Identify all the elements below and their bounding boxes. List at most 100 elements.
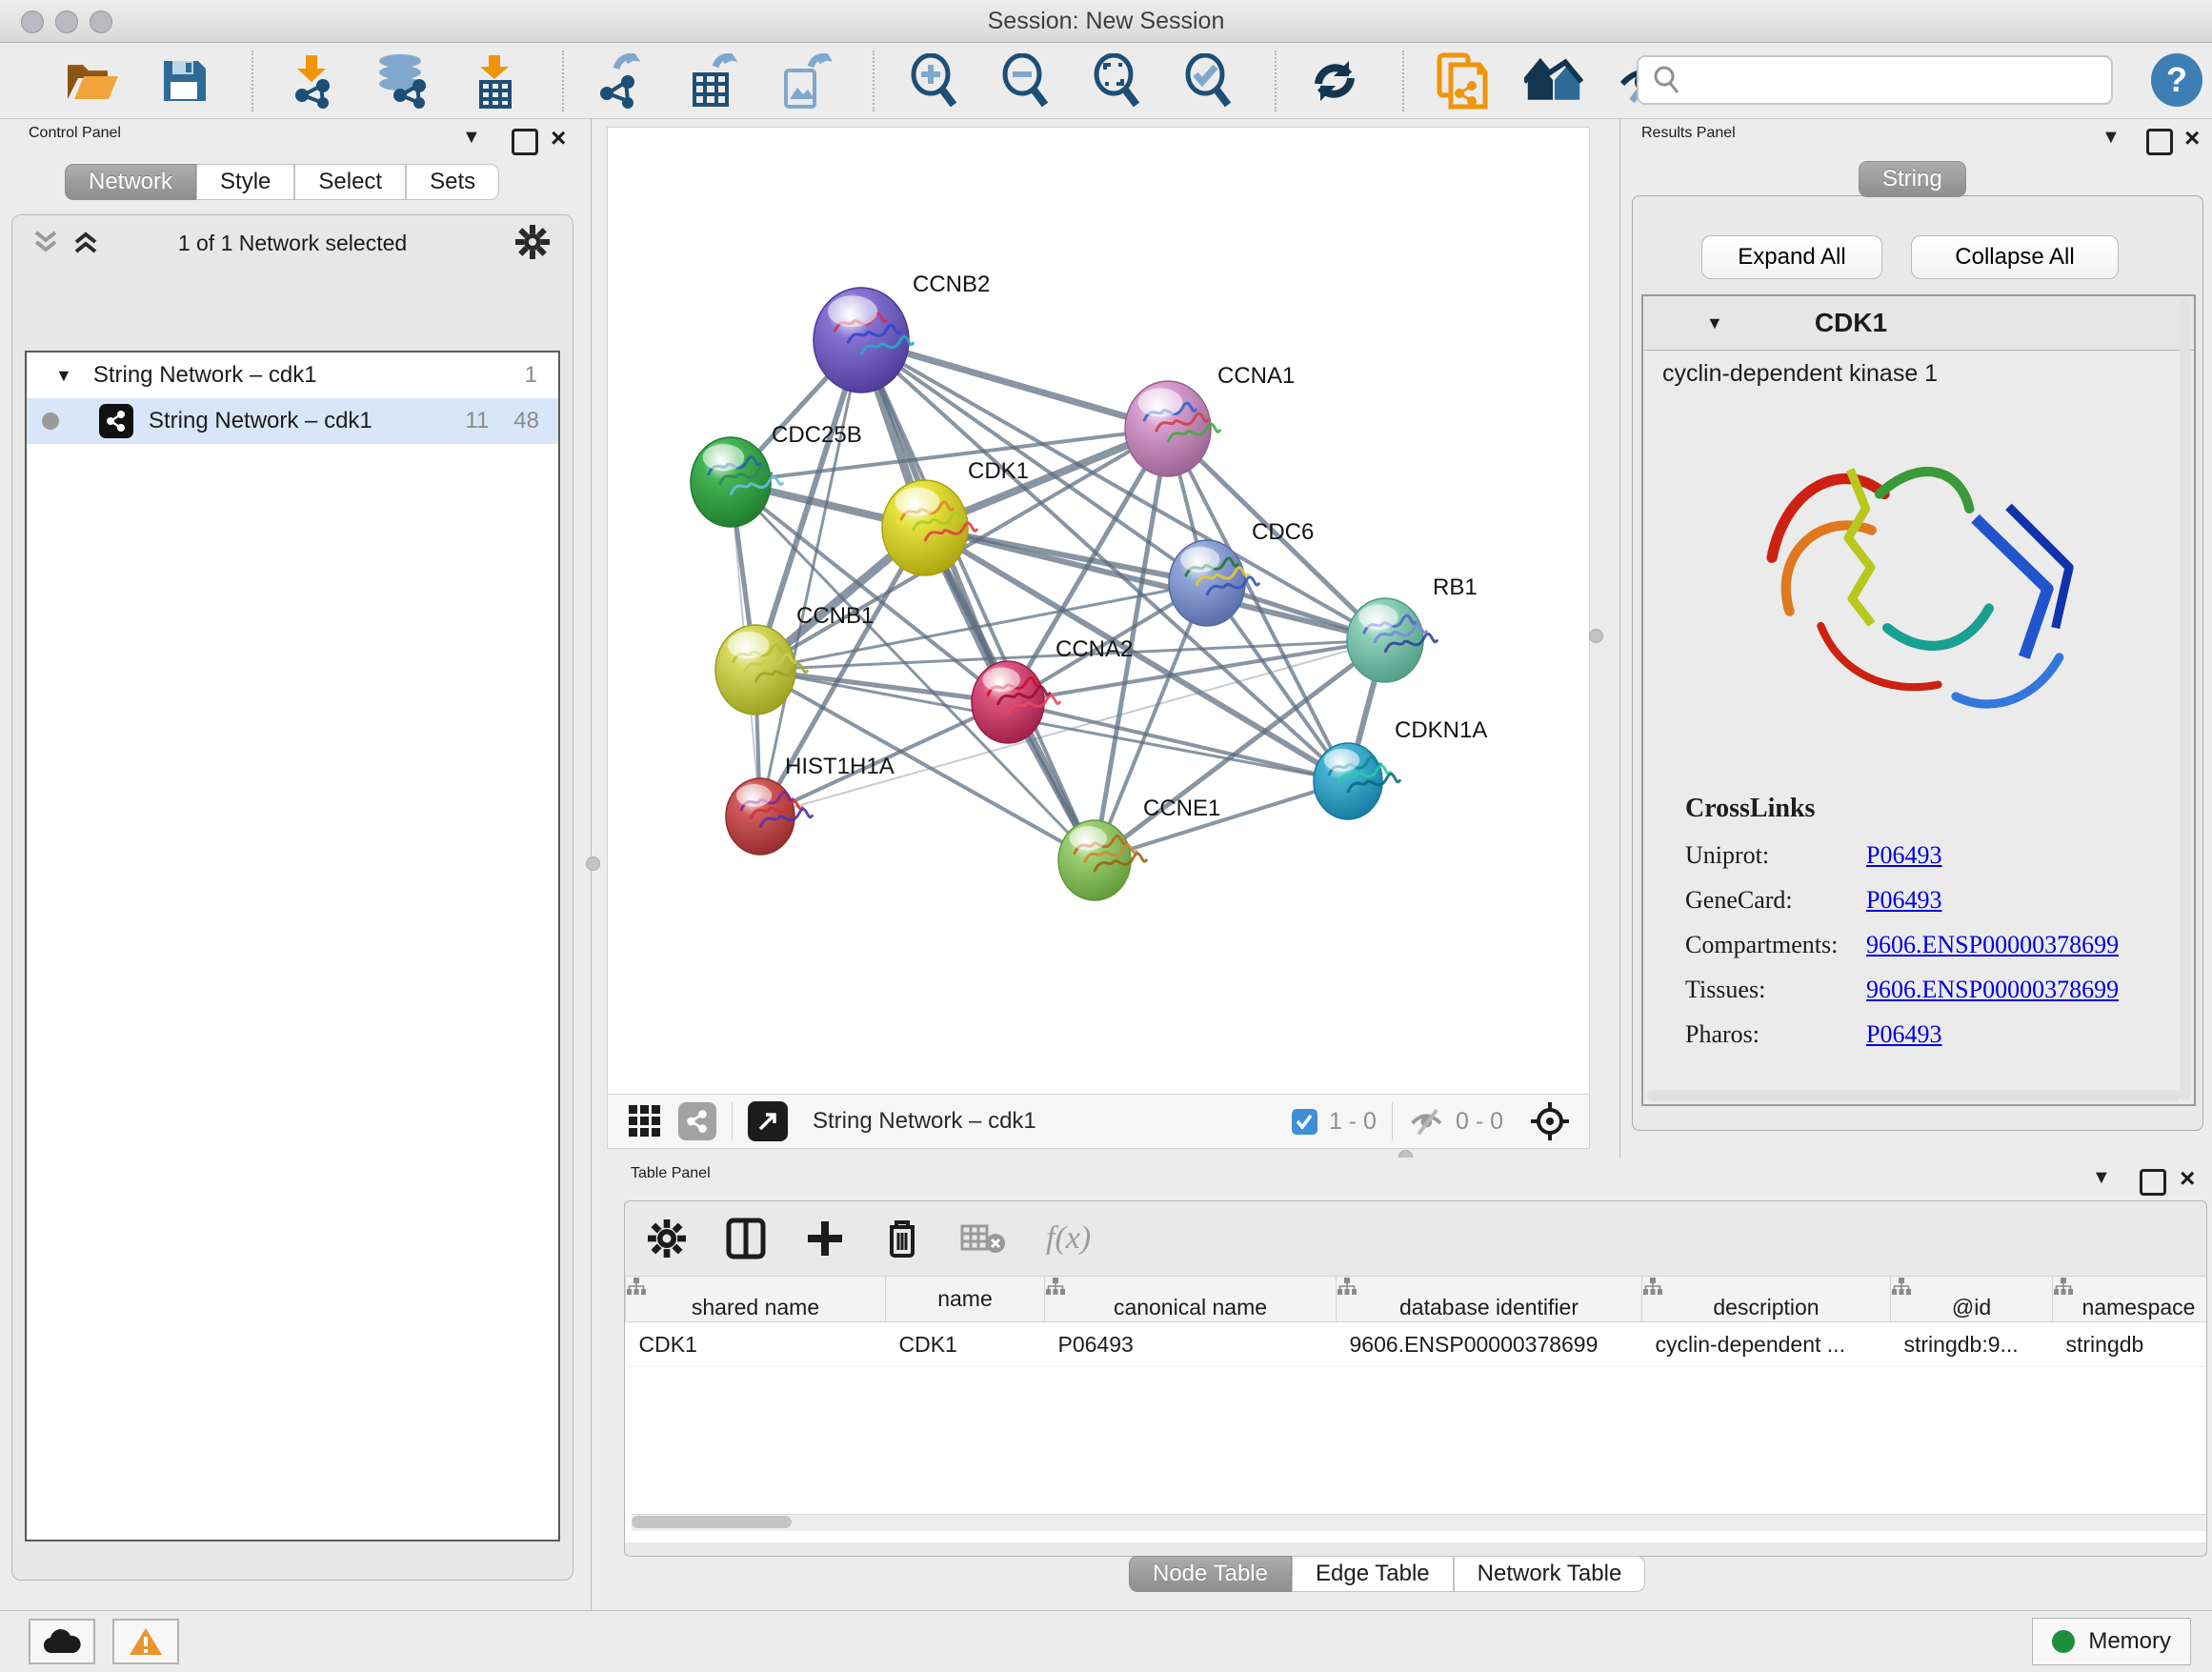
function-builder-button[interactable]: f(x) bbox=[1046, 1220, 1091, 1257]
apply-layout-button[interactable] bbox=[1305, 51, 1364, 111]
close-panel-icon[interactable]: × bbox=[2180, 1163, 2195, 1194]
gene-header[interactable]: ▼ CDK1 bbox=[1643, 296, 2194, 351]
zoom-out-button[interactable] bbox=[995, 51, 1054, 111]
crosslink-link[interactable]: P06493 bbox=[1866, 1020, 1941, 1049]
table-horizontal-scrollbar-track[interactable] bbox=[632, 1514, 2207, 1531]
expand-all-button[interactable]: Expand All bbox=[1701, 235, 1882, 279]
first-neighbors-button[interactable] bbox=[1524, 51, 1583, 111]
float-panel-icon[interactable]: ▼ bbox=[462, 127, 481, 149]
network-graph[interactable]: CCNB2CCNA1CDC25BCDK1CDC6RB1CCNB1CCNA2CDK… bbox=[608, 128, 1589, 1095]
export-image-button[interactable] bbox=[775, 51, 835, 111]
delete-column-button[interactable] bbox=[884, 1218, 920, 1259]
memory-button[interactable]: Memory bbox=[2032, 1618, 2191, 1665]
left-splitter-handle[interactable] bbox=[586, 856, 600, 871]
selected-checkbox-icon[interactable] bbox=[1292, 1109, 1317, 1135]
table-cell[interactable]: stringdb bbox=[2053, 1322, 2208, 1367]
grid-view-button[interactable] bbox=[629, 1105, 661, 1138]
table-horizontal-scrollbar-thumb[interactable] bbox=[632, 1516, 792, 1528]
refresh-icon bbox=[1309, 55, 1360, 107]
cloud-status-button[interactable] bbox=[29, 1619, 95, 1664]
save-session-button[interactable] bbox=[154, 51, 213, 111]
maximize-panel-icon[interactable] bbox=[2140, 1169, 2166, 1200]
column-header-description[interactable]: description bbox=[1642, 1277, 1891, 1322]
maximize-panel-icon[interactable] bbox=[512, 129, 538, 160]
tab-string[interactable]: String bbox=[1859, 161, 1966, 197]
close-panel-icon[interactable]: × bbox=[2184, 123, 2200, 153]
crosslink-link[interactable]: 9606.ENSP00000378699 bbox=[1866, 976, 2119, 1004]
network-options-gear-icon[interactable] bbox=[515, 225, 550, 259]
node-label-CDKN1A: CDKN1A bbox=[1395, 717, 1487, 743]
export-table-button[interactable] bbox=[684, 51, 743, 111]
export-network-button[interactable] bbox=[593, 51, 652, 111]
cloud-icon bbox=[43, 1628, 81, 1655]
node-CDKN1A[interactable]: CDKN1A bbox=[1314, 717, 1487, 819]
warnings-button[interactable] bbox=[112, 1619, 179, 1664]
birdseye-toggle-button[interactable] bbox=[1530, 1101, 1570, 1141]
table-cell[interactable]: CDK1 bbox=[886, 1322, 1045, 1367]
tab-select[interactable]: Select bbox=[294, 164, 406, 200]
table-cell[interactable]: stringdb:9... bbox=[1891, 1322, 2053, 1367]
edge-CCNB2-CCNE1[interactable] bbox=[861, 340, 1095, 860]
import-network-database-button[interactable] bbox=[373, 51, 432, 111]
node-CCNB2[interactable]: CCNB2 bbox=[814, 272, 990, 393]
maximize-panel-icon[interactable] bbox=[2146, 129, 2173, 160]
table-cell[interactable]: 9606.ENSP00000378699 bbox=[1337, 1322, 1642, 1367]
close-panel-icon[interactable]: × bbox=[551, 123, 566, 153]
zoom-in-button[interactable] bbox=[903, 51, 962, 111]
column-header-canonical-name[interactable]: canonical name bbox=[1045, 1277, 1337, 1322]
import-table-icon bbox=[470, 53, 519, 109]
open-session-button[interactable] bbox=[63, 51, 122, 111]
show-columns-button[interactable] bbox=[726, 1218, 766, 1259]
tab-network-table[interactable]: Network Table bbox=[1454, 1556, 1646, 1592]
crosslink-link[interactable]: 9606.ENSP00000378699 bbox=[1866, 931, 2119, 959]
import-network-file-button[interactable] bbox=[282, 51, 341, 111]
create-column-button[interactable] bbox=[806, 1219, 844, 1258]
tab-style[interactable]: Style bbox=[196, 164, 294, 200]
float-panel-icon[interactable]: ▼ bbox=[2101, 127, 2121, 149]
node-CDC25B[interactable]: CDC25B bbox=[691, 422, 862, 527]
gene-detail-card: ▼ CDK1 cyclin-dependent kinase 1 CrossLi… bbox=[1641, 294, 2196, 1106]
zoom-fit-button[interactable] bbox=[1086, 51, 1145, 111]
node-HIST1H1A[interactable]: HIST1H1A bbox=[726, 754, 895, 855]
collapse-all-button[interactable]: Collapse All bbox=[1911, 235, 2119, 279]
float-panel-icon[interactable]: ▼ bbox=[2092, 1167, 2111, 1189]
delete-table-button[interactable] bbox=[960, 1222, 1006, 1255]
zoom-selected-button[interactable] bbox=[1177, 51, 1237, 111]
column-header-name[interactable]: name bbox=[886, 1277, 1045, 1322]
zoom-fit-icon bbox=[1091, 53, 1140, 109]
results-horizontal-scrollbar[interactable] bbox=[1647, 1090, 2181, 1101]
selection-indicator: 1 - 0 bbox=[1292, 1108, 1377, 1136]
column-header-database-identifier[interactable]: database identifier bbox=[1337, 1277, 1642, 1322]
tab-sets[interactable]: Sets bbox=[406, 164, 499, 200]
network-collection-row[interactable]: ▼ String Network – cdk1 1 bbox=[27, 353, 558, 398]
clone-network-button[interactable] bbox=[1433, 51, 1492, 111]
column-header-shared-name[interactable]: shared name bbox=[626, 1277, 886, 1322]
collection-expand-arrow-icon[interactable]: ▼ bbox=[55, 366, 72, 386]
edge-CCNB2-HIST1H1A[interactable] bbox=[760, 340, 861, 816]
column-header--id[interactable]: @id bbox=[1891, 1277, 2053, 1322]
network-canvas[interactable]: CCNB2CCNA1CDC25BCDK1CDC6RB1CCNB1CCNA2CDK… bbox=[607, 127, 1590, 1096]
edge-CCNA2-CDKN1A[interactable] bbox=[1008, 702, 1348, 781]
tab-node-table[interactable]: Node Table bbox=[1129, 1556, 1292, 1592]
node-RB1[interactable]: RB1 bbox=[1347, 574, 1478, 682]
import-table-button[interactable] bbox=[465, 51, 524, 111]
node-CCNA1[interactable]: CCNA1 bbox=[1125, 363, 1295, 476]
right-splitter-handle[interactable] bbox=[1589, 629, 1603, 643]
table-row[interactable]: CDK1CDK1P064939606.ENSP00000378699cyclin… bbox=[626, 1322, 2208, 1367]
network-row[interactable]: String Network – cdk1 11 48 bbox=[27, 398, 558, 444]
table-cell[interactable]: P06493 bbox=[1045, 1322, 1337, 1367]
crosslink-link[interactable]: P06493 bbox=[1866, 841, 1941, 870]
table-cell[interactable]: cyclin-dependent ... bbox=[1642, 1322, 1891, 1367]
tab-edge-table[interactable]: Edge Table bbox=[1292, 1556, 1454, 1592]
table-options-button[interactable] bbox=[648, 1219, 686, 1258]
crosslink-link[interactable]: P06493 bbox=[1866, 886, 1941, 915]
search-input[interactable] bbox=[1690, 66, 2094, 94]
results-vertical-scrollbar[interactable] bbox=[2180, 300, 2191, 1100]
detach-view-button[interactable] bbox=[748, 1101, 788, 1141]
help-button[interactable]: ? bbox=[2151, 53, 2202, 107]
column-header-namespace[interactable]: namespace bbox=[2053, 1277, 2208, 1322]
tab-network[interactable]: Network bbox=[65, 164, 196, 200]
single-view-button[interactable] bbox=[678, 1102, 716, 1140]
table-cell[interactable]: CDK1 bbox=[626, 1322, 886, 1367]
gene-collapse-arrow-icon[interactable]: ▼ bbox=[1706, 313, 1723, 333]
